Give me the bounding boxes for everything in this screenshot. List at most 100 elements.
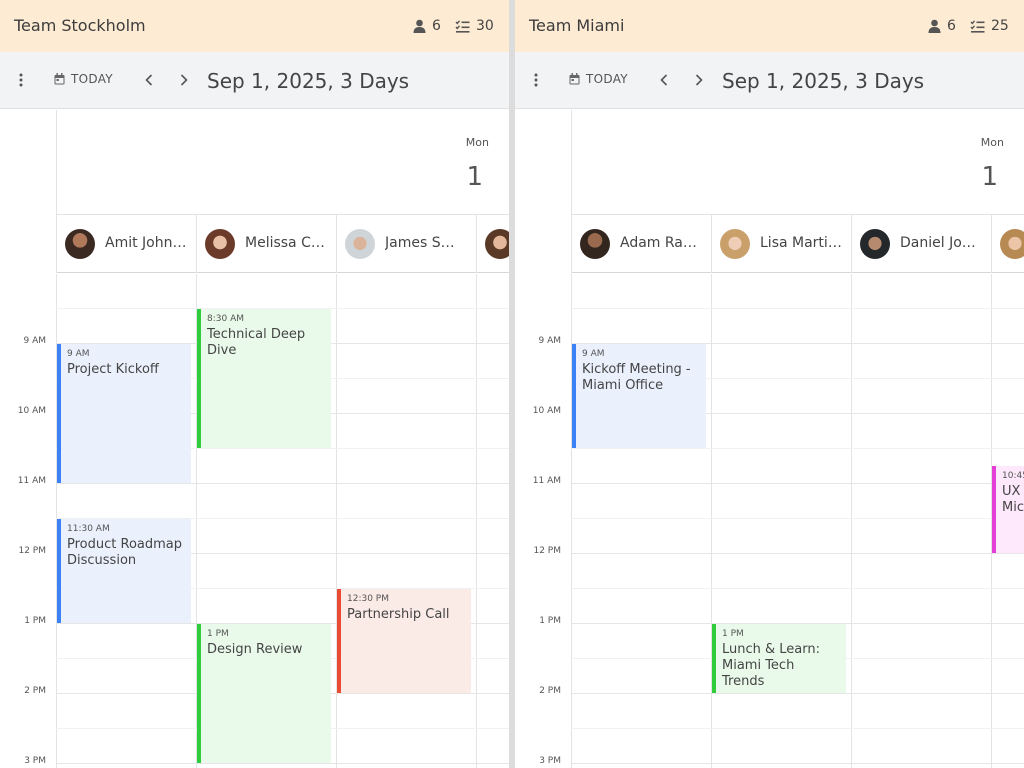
time-label: 9 AM <box>23 336 46 346</box>
grid-hour-line <box>571 553 1024 554</box>
resource-cell[interactable]: Amit Johnson <box>56 215 196 273</box>
resource-row: Amit Johnson Melissa Chen James Smith <box>56 214 509 273</box>
time-label: 2 PM <box>24 686 46 696</box>
scheduler-panel-miami: Team Miami 6 25 TODAY Sep 1, 2025, 3 Day… <box>515 0 1024 768</box>
calendar-icon <box>569 73 580 85</box>
event-card[interactable]: 12:30 PM Partnership Call <box>337 589 471 693</box>
resource-cell[interactable]: Adam Ramirez <box>571 215 711 273</box>
resource-name: Melissa Chen <box>245 235 327 251</box>
grid-hour-line <box>56 483 509 484</box>
event-card[interactable]: 1 PM Lunch & Learn: Miami Tech Trends <box>712 624 846 693</box>
resource-row: Adam Ramirez Lisa Martinez Daniel Johnso… <box>571 214 1024 273</box>
grid-half-hour-line <box>571 588 1024 589</box>
grid-half-hour-line <box>571 448 1024 449</box>
event-time: 1 PM <box>207 629 229 639</box>
time-label: 1 PM <box>24 616 46 626</box>
event-card[interactable]: 8:30 AM Technical Deep Dive <box>197 309 331 448</box>
day-number: 1 <box>466 162 483 192</box>
time-label: 10 AM <box>532 406 561 416</box>
chevron-right-icon[interactable] <box>176 72 192 88</box>
resource-cell[interactable]: James Smith <box>336 215 476 273</box>
event-card[interactable]: 9 AM Kickoff Meeting - Miami Office <box>572 344 706 448</box>
team-title: Team Stockholm <box>14 16 146 35</box>
time-label: 11 AM <box>532 476 561 486</box>
time-label: 3 PM <box>24 756 46 766</box>
day-header: Mon 1 <box>56 110 509 214</box>
task-count: 30 <box>455 18 494 34</box>
chevron-left-icon[interactable] <box>656 72 672 88</box>
more-vert-icon[interactable] <box>531 72 541 88</box>
more-vert-icon[interactable] <box>16 72 26 88</box>
event-title: Kickoff Meeting - Miami Office <box>582 362 691 393</box>
avatar <box>720 229 750 259</box>
person-icon <box>413 19 426 33</box>
resource-cell[interactable] <box>991 215 1024 273</box>
avatar <box>1000 229 1024 259</box>
day-name: Mon <box>465 136 489 149</box>
time-label: 2 PM <box>539 686 561 696</box>
resource-name: Adam Ramirez <box>620 235 702 251</box>
today-label: TODAY <box>71 72 113 86</box>
day-number: 1 <box>981 162 998 192</box>
avatar <box>485 229 509 259</box>
people-count: 6 <box>413 18 441 34</box>
resource-cell[interactable]: Melissa Chen <box>196 215 336 273</box>
today-button[interactable]: TODAY <box>569 72 628 86</box>
resource-name: James Smith <box>385 235 467 251</box>
event-title: Lunch & Learn: Miami Tech Trends <box>722 642 820 689</box>
scheduler-panel-stockholm: Team Stockholm 6 30 TODAY Sep 1, 2025, 3… <box>0 0 509 768</box>
calendar-icon <box>54 73 65 85</box>
avatar <box>580 229 610 259</box>
task-count: 25 <box>970 18 1009 34</box>
date-range-label: Sep 1, 2025, 3 Days <box>207 69 410 93</box>
today-button[interactable]: TODAY <box>54 72 113 86</box>
time-label: 9 AM <box>538 336 561 346</box>
task-count-value: 25 <box>991 18 1009 34</box>
day-header: Mon 1 <box>571 110 1024 214</box>
event-card[interactable]: 10:45 UX Mic <box>992 466 1024 553</box>
resource-cell[interactable]: Daniel Johnson <box>851 215 991 273</box>
event-title: Design Review <box>207 642 303 657</box>
time-label: 3 PM <box>539 756 561 766</box>
grid-hour-line <box>56 763 509 764</box>
day-name: Mon <box>980 136 1004 149</box>
event-title: Technical Deep Dive <box>207 327 306 358</box>
toolbar: TODAY Sep 1, 2025, 3 Days <box>0 52 509 109</box>
today-label: TODAY <box>586 72 628 86</box>
avatar <box>205 229 235 259</box>
toolbar: TODAY Sep 1, 2025, 3 Days <box>515 52 1024 109</box>
resource-name: Amit Johnson <box>105 235 187 251</box>
grid-hour-line <box>571 693 1024 694</box>
event-time: 12:30 PM <box>347 594 389 604</box>
time-label: 1 PM <box>539 616 561 626</box>
time-label: 12 PM <box>533 546 561 556</box>
resource-cell[interactable]: Lisa Martinez <box>711 215 851 273</box>
team-header: Team Miami 6 25 <box>515 0 1024 52</box>
time-label: 11 AM <box>17 476 46 486</box>
resource-name: Daniel Johnson <box>900 235 982 251</box>
event-card[interactable]: 9 AM Project Kickoff <box>57 344 191 483</box>
checklist-icon <box>455 19 470 33</box>
event-time: 9 AM <box>582 349 605 359</box>
grid-half-hour-line <box>571 518 1024 519</box>
resource-cell[interactable] <box>476 215 509 273</box>
event-title: UX Mic <box>1002 484 1024 515</box>
chevron-right-icon[interactable] <box>691 72 707 88</box>
event-title: Product Roadmap Discussion <box>67 537 182 568</box>
event-time: 1 PM <box>722 629 744 639</box>
event-card[interactable]: 1 PM Design Review <box>197 624 331 763</box>
people-count-value: 6 <box>432 18 441 34</box>
event-card[interactable]: 11:30 AM Product Roadmap Discussion <box>57 519 191 623</box>
event-time: 9 AM <box>67 349 90 359</box>
chevron-left-icon[interactable] <box>141 72 157 88</box>
person-icon <box>928 19 941 33</box>
task-count-value: 30 <box>476 18 494 34</box>
avatar <box>65 229 95 259</box>
time-label: 10 AM <box>17 406 46 416</box>
time-label: 12 PM <box>18 546 46 556</box>
people-count-value: 6 <box>947 18 956 34</box>
avatar <box>345 229 375 259</box>
event-title: Partnership Call <box>347 607 450 622</box>
event-title: Project Kickoff <box>67 362 159 377</box>
grid-hour-line <box>571 483 1024 484</box>
